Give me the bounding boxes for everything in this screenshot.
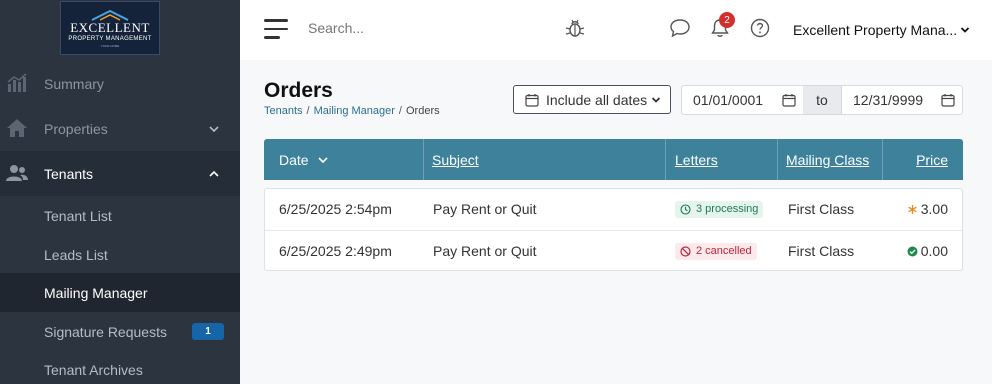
date-from-field[interactable]: 01/01/0001 <box>681 85 804 115</box>
status-badge: 3 processing <box>675 200 764 218</box>
cell-letters: 2 cancelled <box>675 231 757 271</box>
column-header-label: Date <box>279 151 309 168</box>
sidebar-item-summary[interactable]: Summary <box>0 61 240 106</box>
sidebar-item-label: Properties <box>44 120 108 137</box>
cell-mailing-class: First Class <box>788 201 855 217</box>
sort-descending-icon <box>318 156 328 163</box>
chevron-down-icon <box>651 96 661 103</box>
calendar-icon[interactable] <box>941 93 955 107</box>
price-value: 3.00 <box>920 201 948 217</box>
chevron-up-icon <box>209 170 219 177</box>
calendar-icon[interactable] <box>782 93 796 107</box>
sidebar-item-tenants[interactable]: Tenants <box>0 151 240 196</box>
sidebar-subitem-label: Tenant Archives <box>44 361 143 378</box>
chart-icon <box>7 73 27 92</box>
column-header-label: Subject <box>432 151 479 168</box>
date-range-label: Include all dates <box>546 91 648 108</box>
chat-icon[interactable] <box>669 17 691 39</box>
home-icon <box>7 119 27 137</box>
breadcrumb-separator: / <box>398 105 402 117</box>
status-badge-label: 3 processing <box>696 203 759 215</box>
sidebar-subitem-label: Signature Requests <box>44 323 167 340</box>
sidebar-item-properties[interactable]: Properties <box>0 106 240 151</box>
cell-price: 0.00 <box>884 231 948 271</box>
logo-subtext: PROPERTY MANAGEMENT <box>68 35 152 42</box>
sidebar-subitem-label: Tenant List <box>44 207 112 224</box>
column-header-subject[interactable]: Subject <box>424 139 666 180</box>
count-badge: 1 <box>192 323 224 340</box>
column-header-mailing-class[interactable]: Mailing Class <box>778 139 883 180</box>
sidebar-subitem-leads-list[interactable]: Leads List <box>0 235 240 274</box>
asterisk-icon <box>908 204 917 214</box>
notification-badge: 2 <box>719 12 735 28</box>
page-title: Orders <box>264 79 333 102</box>
table-row[interactable]: 6/25/2025 2:49pm Pay Rent or Quit 2 canc… <box>265 230 962 271</box>
price-value: 0.00 <box>920 243 948 259</box>
column-header-label: Price <box>916 151 948 168</box>
status-badge-label: 2 cancelled <box>696 245 752 257</box>
sidebar-item-label: Summary <box>44 75 104 92</box>
ban-icon <box>680 245 691 257</box>
bug-icon[interactable] <box>564 17 586 39</box>
house-roof-icon <box>91 9 129 21</box>
breadcrumb-tenants[interactable]: Tenants <box>264 105 303 117</box>
logo-tagline: YOUR HOME <box>100 43 120 48</box>
date-to-value: 12/31/9999 <box>853 92 924 108</box>
date-range-separator: to <box>803 85 841 115</box>
company-logo[interactable]: EXCELLENT PROPERTY MANAGEMENT YOUR HOME <box>60 1 160 55</box>
cell-date: 6/25/2025 2:54pm <box>279 201 392 217</box>
table-header: Date Subject Letters Mailing Class Price <box>264 139 963 180</box>
sidebar-subitem-label: Mailing Manager <box>44 284 148 301</box>
sidebar-item-label: Tenants <box>44 165 94 182</box>
breadcrumb-mailing-manager[interactable]: Mailing Manager <box>314 105 395 117</box>
chevron-down-icon <box>961 27 970 33</box>
help-icon[interactable] <box>749 17 771 39</box>
chevron-down-icon <box>209 125 219 132</box>
top-bar: 2 Excellent Property Mana... <box>240 0 992 60</box>
cell-subject: Pay Rent or Quit <box>433 243 537 259</box>
clock-icon <box>680 203 691 215</box>
breadcrumb: Tenants / Mailing Manager / Orders <box>264 105 440 117</box>
column-header-label: Letters <box>675 151 718 168</box>
cell-mailing-class: First Class <box>788 243 855 259</box>
sidebar-subitem-tenant-list[interactable]: Tenant List <box>0 196 240 235</box>
column-header-label: Mailing Class <box>786 151 870 168</box>
orders-table: 6/25/2025 2:54pm Pay Rent or Quit 3 proc… <box>264 188 963 271</box>
status-badge: 2 cancelled <box>675 242 757 260</box>
logo-text: EXCELLENT <box>70 19 150 35</box>
table-row[interactable]: 6/25/2025 2:54pm Pay Rent or Quit 3 proc… <box>265 189 962 230</box>
sidebar: EXCELLENT PROPERTY MANAGEMENT YOUR HOME … <box>0 0 240 384</box>
column-header-letters[interactable]: Letters <box>666 139 778 180</box>
cell-date: 6/25/2025 2:49pm <box>279 243 392 259</box>
breadcrumb-separator: / <box>306 105 310 117</box>
sidebar-subitem-tenant-archives[interactable]: Tenant Archives <box>0 350 240 384</box>
sidebar-subitem-mailing-manager[interactable]: Mailing Manager <box>0 273 240 312</box>
date-range-dropdown[interactable]: Include all dates <box>513 85 671 114</box>
check-circle-icon <box>907 246 918 256</box>
breadcrumb-current: Orders <box>405 105 440 117</box>
date-from-value: 01/01/0001 <box>693 92 764 108</box>
sidebar-subitem-label: Leads List <box>44 246 108 263</box>
column-header-price[interactable]: Price <box>883 139 963 180</box>
cell-letters: 3 processing <box>675 189 764 229</box>
date-to-field[interactable]: 12/31/9999 <box>841 85 963 115</box>
search-input[interactable] <box>308 20 508 36</box>
column-header-date[interactable]: Date <box>264 139 424 180</box>
sidebar-subitem-signature-requests[interactable]: Signature Requests 1 <box>0 312 240 351</box>
cell-price: 3.00 <box>884 189 948 229</box>
cell-subject: Pay Rent or Quit <box>433 201 537 217</box>
menu-toggle-icon[interactable] <box>264 19 288 39</box>
calendar-icon <box>525 93 539 107</box>
account-name: Excellent Property Mana... <box>793 22 958 38</box>
account-menu[interactable]: Excellent Property Mana... <box>793 22 970 38</box>
users-icon <box>6 165 28 181</box>
